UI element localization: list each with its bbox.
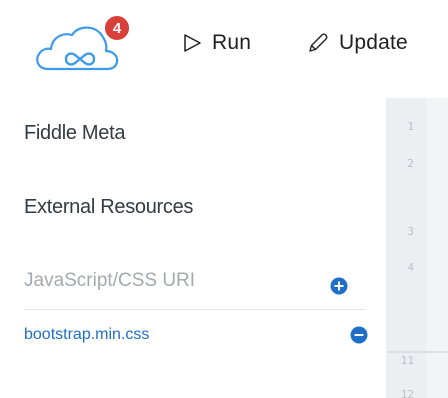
notification-badge[interactable]: 4 <box>103 14 131 42</box>
resource-uri-input[interactable] <box>24 266 314 296</box>
header: 4 Run Update <box>0 0 448 88</box>
panel-divider[interactable] <box>386 351 448 353</box>
line-number: 12 <box>400 388 414 398</box>
external-resources-heading: External Resources <box>24 196 194 218</box>
divider <box>24 309 366 310</box>
line-number: 3 <box>407 225 414 238</box>
line-number-strip <box>386 98 426 398</box>
line-number: 1 <box>407 120 414 133</box>
pencil-icon <box>309 33 328 52</box>
sidebar: Fiddle Meta External Resources bootstrap… <box>0 98 386 398</box>
plus-circle-icon[interactable] <box>330 277 348 295</box>
line-number: 2 <box>407 157 414 170</box>
resource-item: bootstrap.min.css <box>24 322 370 350</box>
play-icon <box>184 34 201 52</box>
editor-gutter: 1 2 3 4 11 12 <box>386 98 448 398</box>
uri-row <box>24 266 370 296</box>
line-number: 11 <box>400 354 414 367</box>
fiddle-meta-section[interactable]: Fiddle Meta <box>24 122 126 145</box>
minus-circle-icon[interactable] <box>350 326 368 344</box>
update-label: Update <box>339 31 408 54</box>
resource-link[interactable]: bootstrap.min.css <box>24 326 149 344</box>
update-button[interactable]: Update <box>307 28 408 58</box>
run-label: Run <box>212 31 252 54</box>
logo[interactable]: 4 <box>34 14 134 80</box>
run-button[interactable]: Run <box>182 28 251 58</box>
line-number: 4 <box>407 261 414 274</box>
